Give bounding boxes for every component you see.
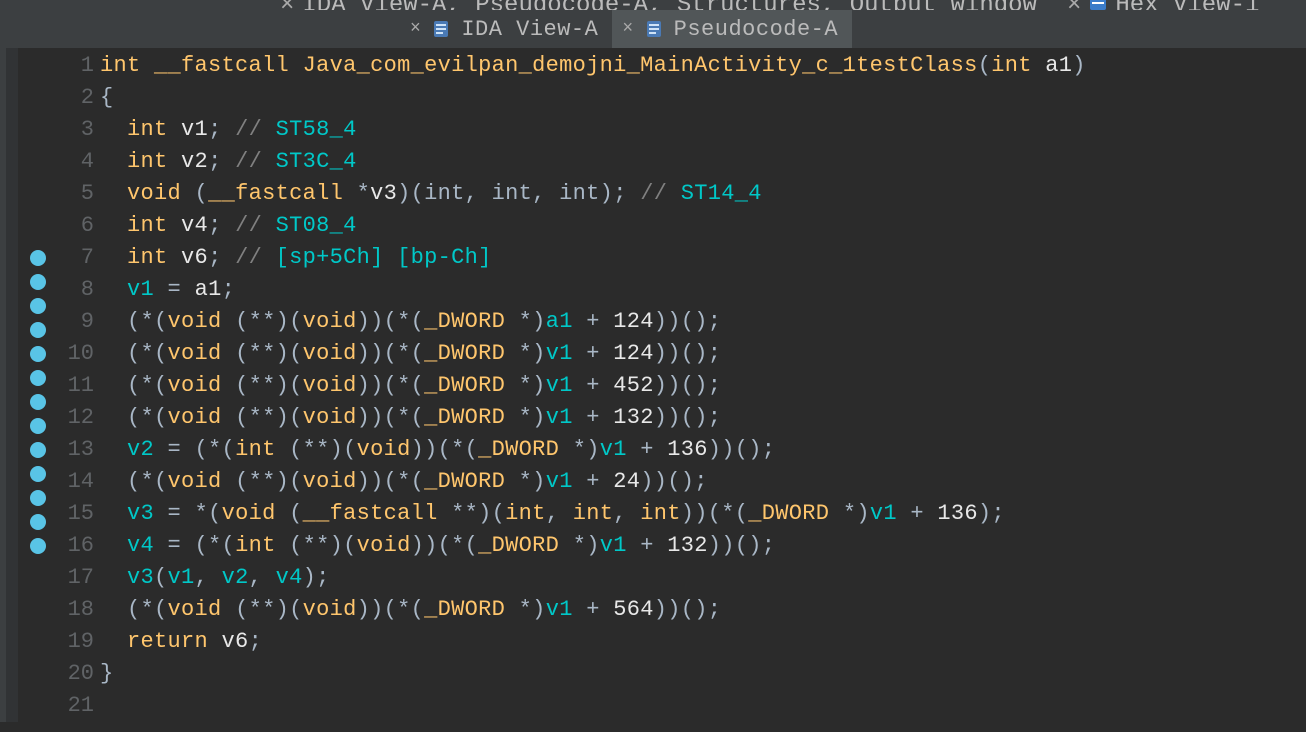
tab-hex-label: Hex View-1 [1115,0,1259,10]
top-tab-bar: × IDA View-A, Pseudocode-A, Structures, … [0,0,1306,10]
line-number: 12 [50,402,94,434]
breakpoint-dot[interactable] [30,154,46,170]
close-icon[interactable]: × [410,19,421,39]
tab-ida-view[interactable]: × IDA View-A [400,10,612,48]
breakpoint-dot[interactable] [30,322,46,338]
line-number: 3 [50,114,94,146]
line-number: 21 [50,690,94,722]
breakpoint-dot[interactable] [30,274,46,290]
breakpoint-dot[interactable] [30,202,46,218]
breakpoint-dot[interactable] [30,130,46,146]
breakpoint-dot[interactable] [30,394,46,410]
top-tab-group[interactable]: × IDA View-A, Pseudocode-A, Structures, … [280,0,1037,10]
code-line[interactable]: (*(void (**)(void))(*(_DWORD *)a1 + 124)… [100,306,1086,338]
code-line[interactable]: int v6; // [sp+5Ch] [bp-Ch] [100,242,1086,274]
line-number: 18 [50,594,94,626]
tab-label: IDA View-A [461,17,598,42]
document-icon [431,19,451,39]
breakpoint-dot[interactable] [30,250,46,266]
tab-pseudocode[interactable]: × Pseudocode-A [612,10,852,48]
breakpoint-dot[interactable] [30,178,46,194]
code-line[interactable]: (*(void (**)(void))(*(_DWORD *)v1 + 132)… [100,402,1086,434]
code-area[interactable]: int __fastcall Java_com_evilpan_demojni_… [100,50,1086,722]
line-number: 1 [50,50,94,82]
breakpoint-dot[interactable] [30,442,46,458]
breakpoint-dot[interactable] [30,370,46,386]
tab-group-label: IDA View-A, Pseudocode-A, Structures, Ou… [302,0,1037,10]
breakpoint-dot[interactable] [30,298,46,314]
line-number: 9 [50,306,94,338]
sub-tab-bar: × IDA View-A × Pseudocode-A [0,10,1306,48]
code-line[interactable]: v1 = a1; [100,274,1086,306]
breakpoint-dot[interactable] [30,514,46,530]
code-line[interactable]: (*(void (**)(void))(*(_DWORD *)v1 + 564)… [100,594,1086,626]
top-tab-hex[interactable]: × Hex View-1 [1067,0,1259,10]
line-number: 19 [50,626,94,658]
close-icon[interactable]: × [280,0,294,10]
breakpoint-dot[interactable] [30,418,46,434]
line-number: 10 [50,338,94,370]
breakpoint-dot[interactable] [30,346,46,362]
line-number: 14 [50,466,94,498]
hex-icon [1089,0,1107,10]
code-line[interactable]: v3 = *(void (__fastcall **)(int, int, in… [100,498,1086,530]
line-number: 7 [50,242,94,274]
line-number: 15 [50,498,94,530]
line-number: 16 [50,530,94,562]
line-number: 2 [50,82,94,114]
breakpoint-dot[interactable] [30,106,46,122]
tab-label: Pseudocode-A [674,17,838,42]
document-icon [644,19,664,39]
line-number: 17 [50,562,94,594]
line-number: 5 [50,178,94,210]
line-number: 8 [50,274,94,306]
code-line[interactable]: } [100,658,1086,690]
line-number: 6 [50,210,94,242]
line-number: 4 [50,146,94,178]
line-number: 20 [50,658,94,690]
breakpoint-dot[interactable] [30,226,46,242]
close-icon[interactable]: × [622,19,633,39]
breakpoint-dot[interactable] [30,58,46,74]
close-icon[interactable]: × [1067,0,1081,10]
breakpoint-dot[interactable] [30,466,46,482]
code-line[interactable]: v2 = (*(int (**)(void))(*(_DWORD *)v1 + … [100,434,1086,466]
code-line[interactable]: (*(void (**)(void))(*(_DWORD *)v1 + 452)… [100,370,1086,402]
code-line[interactable]: v3(v1, v2, v4); [100,562,1086,594]
code-line[interactable]: int v1; // ST58_4 [100,114,1086,146]
code-editor[interactable]: 123456789101112131415161718192021 int __… [18,48,1086,722]
code-line[interactable]: int __fastcall Java_com_evilpan_demojni_… [100,50,1086,82]
code-line[interactable]: { [100,82,1086,114]
breakpoint-gutter[interactable] [26,50,50,722]
gutter-strip [6,48,18,722]
code-line[interactable]: v4 = (*(int (**)(void))(*(_DWORD *)v1 + … [100,530,1086,562]
code-line[interactable]: (*(void (**)(void))(*(_DWORD *)v1 + 24))… [100,466,1086,498]
breakpoint-dot[interactable] [30,538,46,554]
code-line[interactable]: return v6; [100,626,1086,658]
code-line[interactable]: (*(void (**)(void))(*(_DWORD *)v1 + 124)… [100,338,1086,370]
line-number: 11 [50,370,94,402]
breakpoint-dot[interactable] [30,490,46,506]
code-line[interactable]: int v4; // ST08_4 [100,210,1086,242]
code-line[interactable]: void (__fastcall *v3)(int, int, int); //… [100,178,1086,210]
breakpoint-dot[interactable] [30,82,46,98]
code-line[interactable]: int v2; // ST3C_4 [100,146,1086,178]
line-numbers: 123456789101112131415161718192021 [50,50,100,722]
line-number: 13 [50,434,94,466]
